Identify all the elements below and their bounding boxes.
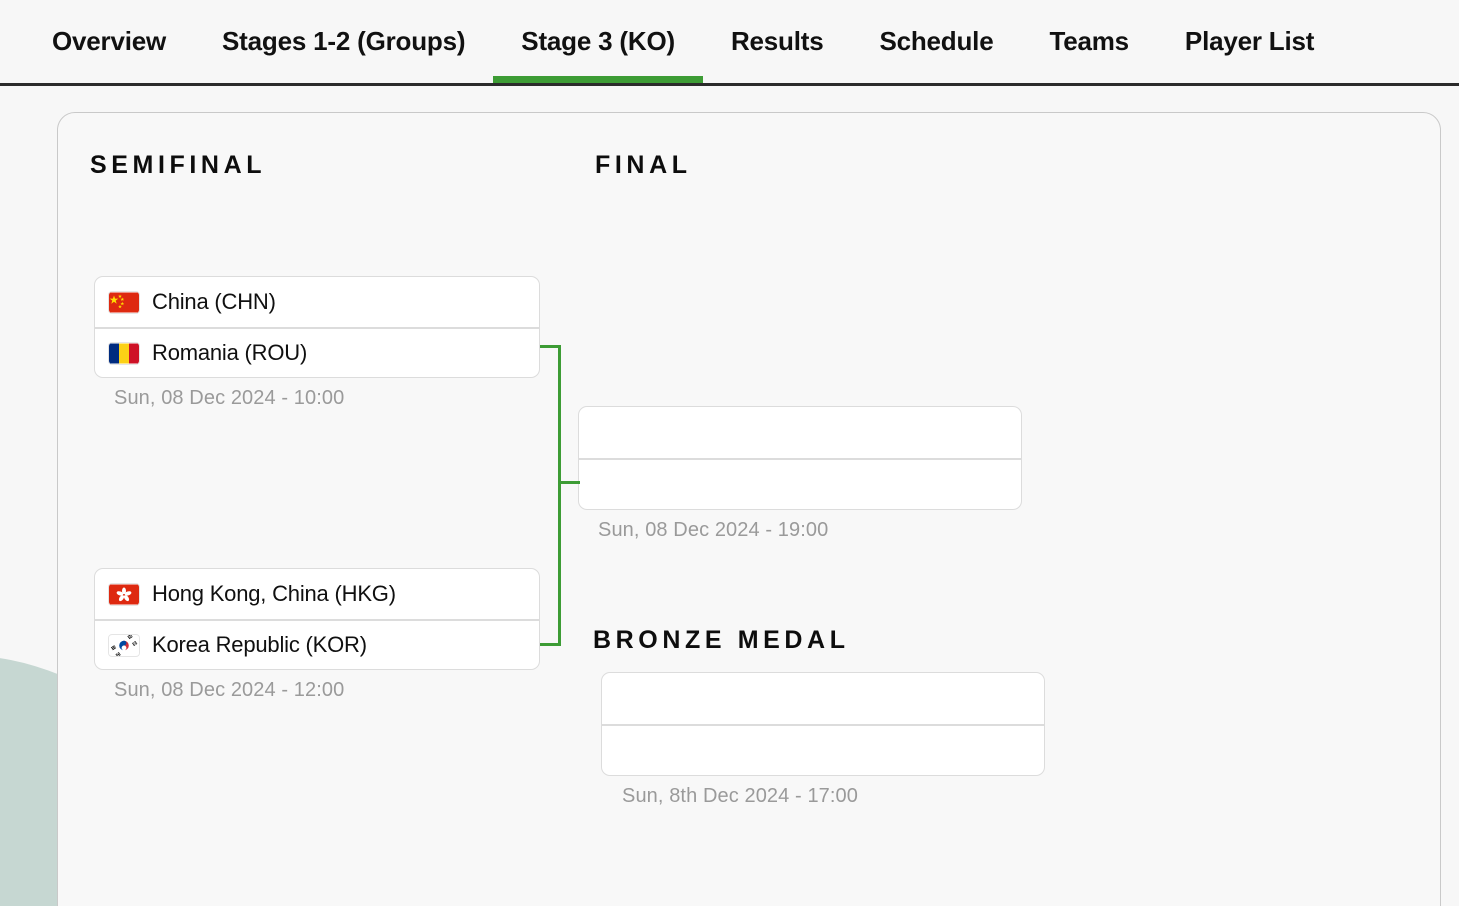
- tab-label: Stages 1-2 (Groups): [222, 26, 465, 57]
- tab-label: Stage 3 (KO): [521, 26, 675, 57]
- match-box: Hong Kong, China (HKG): [94, 568, 540, 670]
- tab-label: Player List: [1185, 26, 1314, 57]
- tab-schedule[interactable]: Schedule: [851, 0, 1021, 83]
- match-date: Sun, 08 Dec 2024 - 12:00: [94, 679, 540, 702]
- tab-results[interactable]: Results: [703, 0, 852, 83]
- tab-player-list[interactable]: Player List: [1157, 0, 1342, 83]
- knockout-bracket-card: SEMIFINAL FINAL BRONZE MEDAL: [57, 112, 1441, 906]
- tab-stages-1-2-groups[interactable]: Stages 1-2 (Groups): [194, 0, 493, 83]
- match-date: Sun, 8th Dec 2024 - 17:00: [601, 785, 1045, 808]
- team-name: Hong Kong, China (HKG): [152, 581, 396, 607]
- team-row-top[interactable]: [579, 407, 1021, 458]
- team-row-top[interactable]: China (CHN): [95, 277, 539, 327]
- tab-stage-3-ko[interactable]: Stage 3 (KO): [493, 0, 703, 83]
- flag-romania-icon: [109, 343, 139, 364]
- bracket-connector-final-horizontal: [558, 481, 580, 484]
- match-semifinal-2[interactable]: Hong Kong, China (HKG): [94, 568, 540, 702]
- page-root: Overview Stages 1-2 (Groups) Stage 3 (KO…: [0, 0, 1459, 906]
- team-row-top[interactable]: Hong Kong, China (HKG): [95, 569, 539, 619]
- tab-overview[interactable]: Overview: [24, 0, 194, 83]
- team-name: Romania (ROU): [152, 340, 307, 366]
- match-box: China (CHN) Romania (ROU): [94, 276, 540, 378]
- round-title-final: FINAL: [595, 151, 692, 180]
- match-date: Sun, 08 Dec 2024 - 19:00: [578, 519, 1022, 542]
- tab-label: Overview: [52, 26, 166, 57]
- match-bronze-medal[interactable]: Sun, 8th Dec 2024 - 17:00: [601, 672, 1045, 808]
- tab-label: Schedule: [879, 26, 993, 57]
- tab-label: Results: [731, 26, 824, 57]
- flag-hong-kong-icon: [109, 584, 139, 605]
- team-row-bottom[interactable]: Korea Republic (KOR): [95, 619, 539, 669]
- team-name: China (CHN): [152, 289, 276, 315]
- round-title-bronze-medal: BRONZE MEDAL: [593, 626, 850, 655]
- flag-china-icon: [109, 292, 139, 313]
- match-final[interactable]: Sun, 08 Dec 2024 - 19:00: [578, 406, 1022, 542]
- match-date: Sun, 08 Dec 2024 - 10:00: [94, 387, 540, 410]
- team-row-bottom[interactable]: [602, 724, 1044, 775]
- match-semifinal-1[interactable]: China (CHN) Romania (ROU) Sun, 08 Dec 20…: [94, 276, 540, 410]
- bracket-connector-bottom-horizontal: [540, 643, 561, 646]
- bracket-connector-vertical: [558, 345, 561, 646]
- tab-label: Teams: [1049, 26, 1128, 57]
- flag-korea-republic-icon: [109, 635, 139, 656]
- nav-tab-list: Overview Stages 1-2 (Groups) Stage 3 (KO…: [0, 0, 1459, 83]
- team-name: Korea Republic (KOR): [152, 632, 367, 658]
- match-box: [601, 672, 1045, 776]
- team-row-bottom[interactable]: [579, 458, 1021, 509]
- round-title-semifinal: SEMIFINAL: [90, 151, 266, 180]
- match-box: [578, 406, 1022, 510]
- team-row-bottom[interactable]: Romania (ROU): [95, 327, 539, 377]
- team-row-top[interactable]: [602, 673, 1044, 724]
- tab-active-indicator: [493, 76, 703, 83]
- main-navigation: Overview Stages 1-2 (Groups) Stage 3 (KO…: [0, 0, 1459, 86]
- tab-teams[interactable]: Teams: [1021, 0, 1156, 83]
